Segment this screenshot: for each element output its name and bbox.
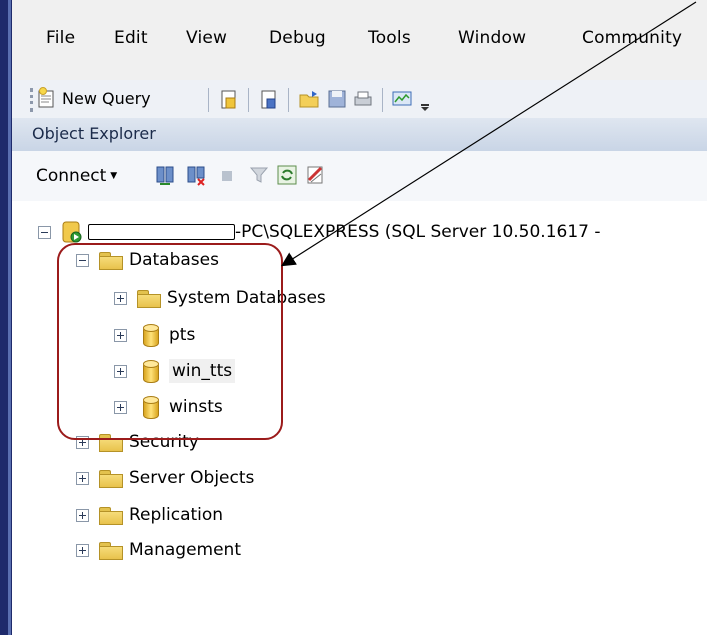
annotation-arrow [280, 1, 697, 267]
